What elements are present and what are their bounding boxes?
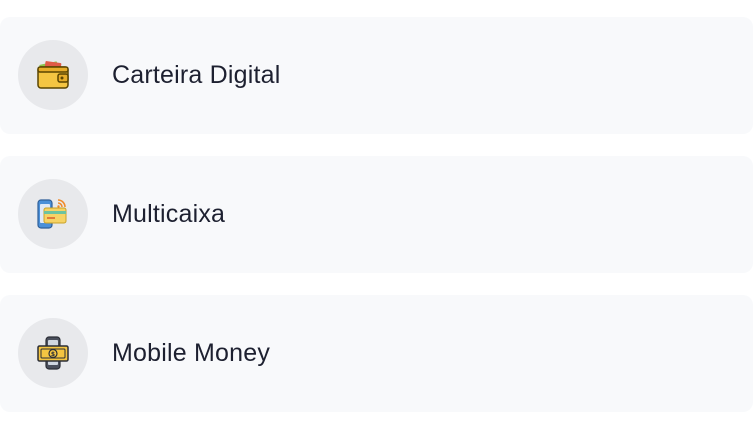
card-nfc-icon xyxy=(18,179,88,249)
payment-option-carteira-digital[interactable]: Carteira Digital xyxy=(0,17,753,134)
wallet-icon xyxy=(18,40,88,110)
payment-method-list: Carteira Digital Multicaixa $ Mobile Mon… xyxy=(0,17,753,412)
mobile-money-icon: $ xyxy=(18,318,88,388)
payment-option-multicaixa[interactable]: Multicaixa xyxy=(0,156,753,273)
svg-text:$: $ xyxy=(51,351,55,358)
payment-option-label: Mobile Money xyxy=(112,339,271,367)
payment-option-mobile-money[interactable]: $ Mobile Money xyxy=(0,295,753,412)
payment-option-label: Carteira Digital xyxy=(112,61,281,89)
payment-option-label: Multicaixa xyxy=(112,200,226,228)
